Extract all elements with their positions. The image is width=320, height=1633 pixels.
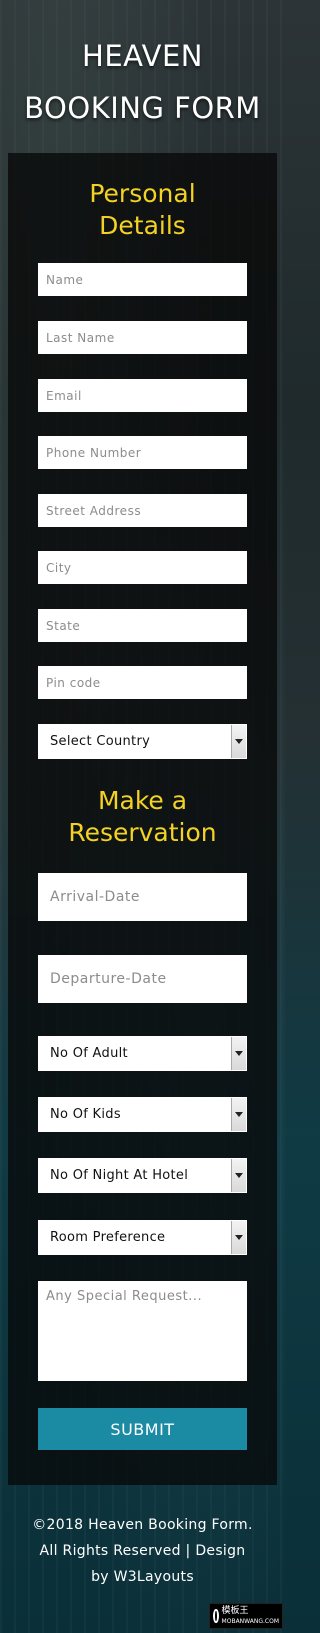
personal-heading-line1: Personal: [89, 179, 196, 208]
footer-credit: by W3Layouts: [91, 1569, 194, 1585]
departure-date-field[interactable]: [38, 955, 247, 1003]
personal-heading-line2: Details: [99, 211, 186, 240]
country-select-value: Select Country: [50, 734, 151, 749]
watermark-title: 模板王: [221, 1605, 249, 1616]
page-title-line2: BOOKING FORM: [24, 91, 261, 125]
watermark-site: MOBANWANG.COM: [221, 1617, 279, 1625]
footer: ©2018 Heaven Booking Form. All Rights Re…: [0, 1512, 285, 1590]
reservation-heading: Make a Reservation: [0, 785, 285, 849]
nights-select[interactable]: No Of Night At Hotel: [38, 1158, 247, 1193]
phone-field[interactable]: [38, 436, 247, 469]
special-request-textarea[interactable]: [38, 1281, 247, 1381]
watermark-badge: 模板王 MOBANWANG.COM: [209, 1603, 283, 1629]
room-preference-value: Room Preference: [50, 1230, 166, 1245]
reservation-heading-line2: Reservation: [68, 818, 217, 847]
adults-select-value: No Of Adult: [50, 1046, 128, 1061]
footer-rights: All Rights Reserved | Design: [39, 1543, 246, 1559]
footer-copyright: ©2018 Heaven Booking Form.: [32, 1517, 253, 1533]
country-select[interactable]: Select Country: [38, 724, 247, 759]
page-title-line1: HEAVEN: [82, 39, 203, 73]
name-field[interactable]: [38, 263, 247, 296]
logo-icon: [213, 1609, 219, 1623]
chevron-down-icon[interactable]: [231, 1098, 246, 1131]
adults-select[interactable]: No Of Adult: [38, 1036, 247, 1071]
chevron-down-icon[interactable]: [231, 1159, 246, 1192]
chevron-down-icon[interactable]: [231, 1221, 246, 1254]
personal-details-heading: Personal Details: [0, 178, 285, 242]
kids-select-value: No Of Kids: [50, 1107, 121, 1122]
page-title: HEAVEN BOOKING FORM: [0, 30, 285, 134]
last-name-field[interactable]: [38, 321, 247, 354]
chevron-down-icon[interactable]: [231, 1037, 246, 1070]
reservation-heading-line1: Make a: [97, 786, 188, 815]
state-field[interactable]: [38, 609, 247, 642]
arrival-date-field[interactable]: [38, 873, 247, 921]
street-address-field[interactable]: [38, 494, 247, 527]
watermark-text: 模板王 MOBANWANG.COM: [222, 1606, 279, 1627]
pin-code-field[interactable]: [38, 666, 247, 699]
kids-select[interactable]: No Of Kids: [38, 1097, 247, 1132]
city-field[interactable]: [38, 551, 247, 584]
nights-select-value: No Of Night At Hotel: [50, 1168, 189, 1183]
email-field[interactable]: [38, 379, 247, 412]
submit-button[interactable]: SUBMIT: [38, 1408, 247, 1450]
room-preference-select[interactable]: Room Preference: [38, 1220, 247, 1255]
chevron-down-icon[interactable]: [231, 725, 246, 758]
